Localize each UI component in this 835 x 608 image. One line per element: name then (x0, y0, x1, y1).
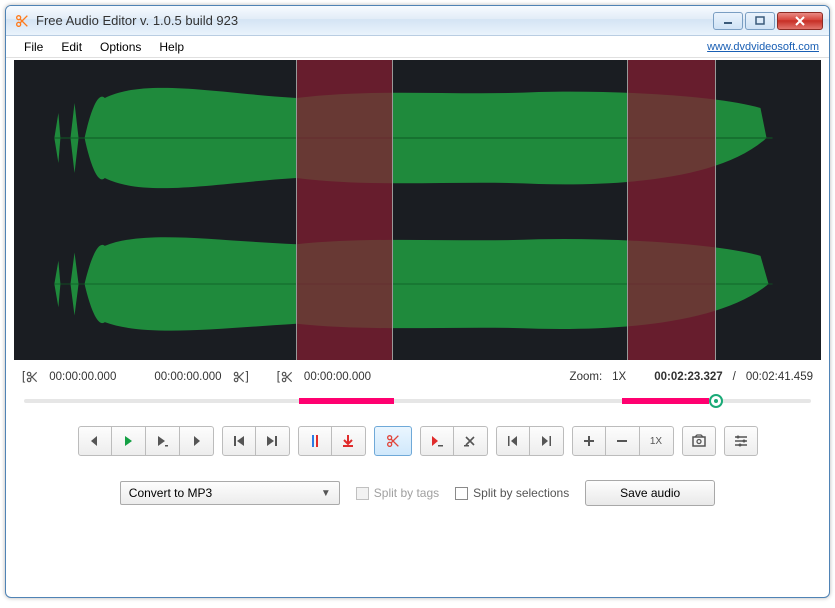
menu-options[interactable]: Options (92, 38, 149, 56)
cursor-time: 00:00:00.000 (304, 371, 371, 383)
zoom-label: Zoom: (570, 371, 603, 383)
sel-start-close-time: 00:00:00.000 (154, 371, 221, 383)
waveform-channel-left (14, 68, 821, 208)
waveform-area[interactable] (14, 60, 821, 360)
sel-open-icon: [ (22, 370, 39, 384)
checkbox-icon (356, 487, 369, 500)
timecode-row: [ 00:00:00.000 00:00:00.000 ] [ 00:00:00… (6, 360, 829, 390)
vendor-link[interactable]: www.dvdvideosoft.com (707, 41, 819, 53)
app-window: Free Audio Editor v. 1.0.5 build 923 Fil… (5, 5, 830, 598)
save-audio-button[interactable]: Save audio (585, 480, 715, 506)
split-by-selections-checkbox[interactable]: Split by selections (455, 486, 569, 500)
maximize-button[interactable] (745, 12, 775, 30)
play-to-mark-button[interactable] (146, 426, 180, 456)
set-marker-button[interactable] (298, 426, 332, 456)
skip-start-button[interactable] (222, 426, 256, 456)
seek-forward-button[interactable] (180, 426, 214, 456)
split-by-selections-label: Split by selections (473, 486, 569, 500)
waveform-channel-right (14, 220, 821, 360)
checkbox-icon (455, 487, 468, 500)
snapshot-button[interactable] (682, 426, 716, 456)
window-controls (713, 12, 823, 30)
window-title: Free Audio Editor v. 1.0.5 build 923 (36, 13, 707, 28)
close-button[interactable] (777, 12, 823, 30)
zoom-value: 1X (612, 371, 626, 383)
duration-time: 00:02:41.459 (746, 371, 813, 383)
scrubber-thumb[interactable] (709, 394, 723, 408)
output-format-combo[interactable]: Convert to MP3 ▼ (120, 481, 340, 505)
split-by-tags-checkbox: Split by tags (356, 486, 439, 500)
time-separator: / (733, 371, 736, 383)
trim-end-button[interactable] (454, 426, 488, 456)
settings-button[interactable] (724, 426, 758, 456)
sel-close-icon: ] (232, 370, 249, 384)
menubar: File Edit Options Help www.dvdvideosoft.… (6, 36, 829, 58)
go-sel-start-button[interactable] (496, 426, 530, 456)
menu-edit[interactable]: Edit (53, 38, 90, 56)
play-button[interactable] (112, 426, 146, 456)
titlebar: Free Audio Editor v. 1.0.5 build 923 (6, 6, 829, 36)
export-row: Convert to MP3 ▼ Split by tags Split by … (6, 474, 829, 524)
menu-file[interactable]: File (16, 38, 51, 56)
drop-marker-button[interactable] (332, 426, 366, 456)
toolbar: 1X (6, 422, 829, 474)
sel-start-open-time: 00:00:00.000 (49, 371, 116, 383)
timeline-scrubber[interactable] (24, 392, 811, 410)
split-by-tags-label: Split by tags (374, 486, 439, 500)
chevron-down-icon: ▼ (321, 488, 331, 499)
zoom-reset-label: 1X (650, 436, 662, 447)
position-time: 00:02:23.327 (654, 371, 722, 383)
app-icon (14, 13, 30, 29)
scrubber-selection-1 (299, 398, 393, 404)
zoom-in-button[interactable] (572, 426, 606, 456)
save-audio-label: Save audio (620, 486, 680, 500)
cursor-icon: [ (277, 370, 294, 384)
minimize-button[interactable] (713, 12, 743, 30)
trim-start-button[interactable] (420, 426, 454, 456)
cut-selection-button[interactable] (374, 426, 412, 456)
go-sel-end-button[interactable] (530, 426, 564, 456)
scrubber-selection-2 (622, 398, 709, 404)
zoom-out-button[interactable] (606, 426, 640, 456)
menu-help[interactable]: Help (151, 38, 192, 56)
zoom-reset-button[interactable]: 1X (640, 426, 674, 456)
skip-end-button[interactable] (256, 426, 290, 456)
seek-back-button[interactable] (78, 426, 112, 456)
output-format-value: Convert to MP3 (129, 486, 212, 500)
